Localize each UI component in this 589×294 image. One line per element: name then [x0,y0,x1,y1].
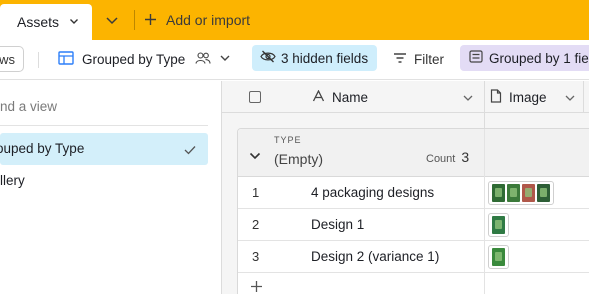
image-cell[interactable] [488,181,554,205]
filter-label: Filter [414,51,444,67]
sidebar-item-label: ouped by Type [0,141,85,156]
image-thumbnail[interactable] [492,216,505,234]
collaborators-icon [195,51,211,68]
find-view-placeholder: nd a view [0,99,58,114]
current-view-switcher[interactable]: Grouped by Type [58,48,231,70]
image-cell[interactable] [488,245,509,269]
top-tab-bar: Assets Add or import [0,0,589,40]
views-sidebar: nd a view ouped by Type llery [0,81,222,294]
check-icon [184,142,196,160]
image-cell[interactable] [488,213,509,237]
image-thumbnail[interactable] [492,248,505,266]
add-record-plus-icon[interactable] [250,278,263,294]
group-list-icon [469,50,483,66]
column-header-label: Image [509,89,547,105]
record-group: TYPE (Empty) Count 3 1 4 packaging desig… [237,128,589,294]
group-by-button[interactable]: Grouped by 1 field [460,45,589,71]
eye-slash-icon [260,50,276,66]
sidebar-item-gallery[interactable]: llery [0,173,25,188]
column-header-name[interactable]: Name [312,88,368,106]
image-thumbnail[interactable] [522,184,535,202]
hidden-fields-button[interactable]: 3 hidden fields [252,45,377,71]
select-all-checkbox[interactable] [249,91,261,103]
group-field-label: TYPE [274,135,302,145]
grid-view-icon [58,50,74,68]
table-row[interactable]: 3 Design 2 (variance 1) [238,241,589,273]
table-row[interactable]: 1 4 packaging designs [238,177,589,209]
view-toolbar: ws Grouped by Type 3 hidden fields Filte… [0,40,589,80]
name-cell[interactable]: 4 packaging designs [311,185,434,200]
group-count-value: 3 [461,149,470,165]
tab-assets[interactable]: Assets [0,4,92,40]
views-button-label: ws [0,51,15,67]
name-cell[interactable]: Design 2 (variance 1) [311,249,439,264]
image-thumbnail[interactable] [537,184,550,202]
views-button[interactable]: ws [0,46,24,72]
divider [134,10,135,30]
add-or-import-label: Add or import [166,12,251,28]
hidden-fields-label: 3 hidden fields [281,50,369,66]
chevron-down-icon[interactable] [462,91,474,109]
add-or-import-button[interactable]: Add or import [144,10,250,30]
divider [0,125,208,126]
table-row[interactable]: 2 Design 1 [238,209,589,241]
image-thumbnail[interactable] [492,184,505,202]
current-view-label: Grouped by Type [82,51,186,67]
chevron-down-icon [219,52,231,67]
chevron-down-icon[interactable] [249,148,261,166]
filter-icon [393,52,407,67]
group-header[interactable]: TYPE (Empty) Count 3 [238,129,589,177]
tab-assets-label: Assets [17,14,60,30]
filter-button[interactable]: Filter [393,48,444,70]
group-value: (Empty) [274,151,323,167]
name-cell[interactable]: Design 1 [311,217,364,232]
sidebar-item-grouped-by-type[interactable]: ouped by Type [0,133,208,165]
chevron-down-icon[interactable] [564,91,576,109]
find-view-input[interactable]: nd a view [0,99,57,114]
row-number: 2 [252,217,260,232]
records-grid: Name Image TYPE (Empty) Count 3 1 4 pack… [222,81,589,294]
grid-header: Name Image [222,81,589,113]
divider [38,52,39,68]
text-field-icon [312,89,325,105]
divider [583,81,584,113]
group-by-label: Grouped by 1 field [489,50,589,66]
attachment-icon [490,88,502,106]
sidebar-item-label: llery [0,173,25,188]
row-number: 1 [252,185,260,200]
more-tables-chevron-icon[interactable] [104,12,120,28]
row-number: 3 [252,249,260,264]
column-header-image[interactable]: Image [490,88,547,106]
chevron-down-icon[interactable] [69,16,79,29]
column-header-label: Name [332,89,369,105]
group-count-label: Count [426,153,456,165]
group-count: Count 3 [426,149,469,165]
plus-icon [144,11,157,29]
image-thumbnail[interactable] [507,184,520,202]
